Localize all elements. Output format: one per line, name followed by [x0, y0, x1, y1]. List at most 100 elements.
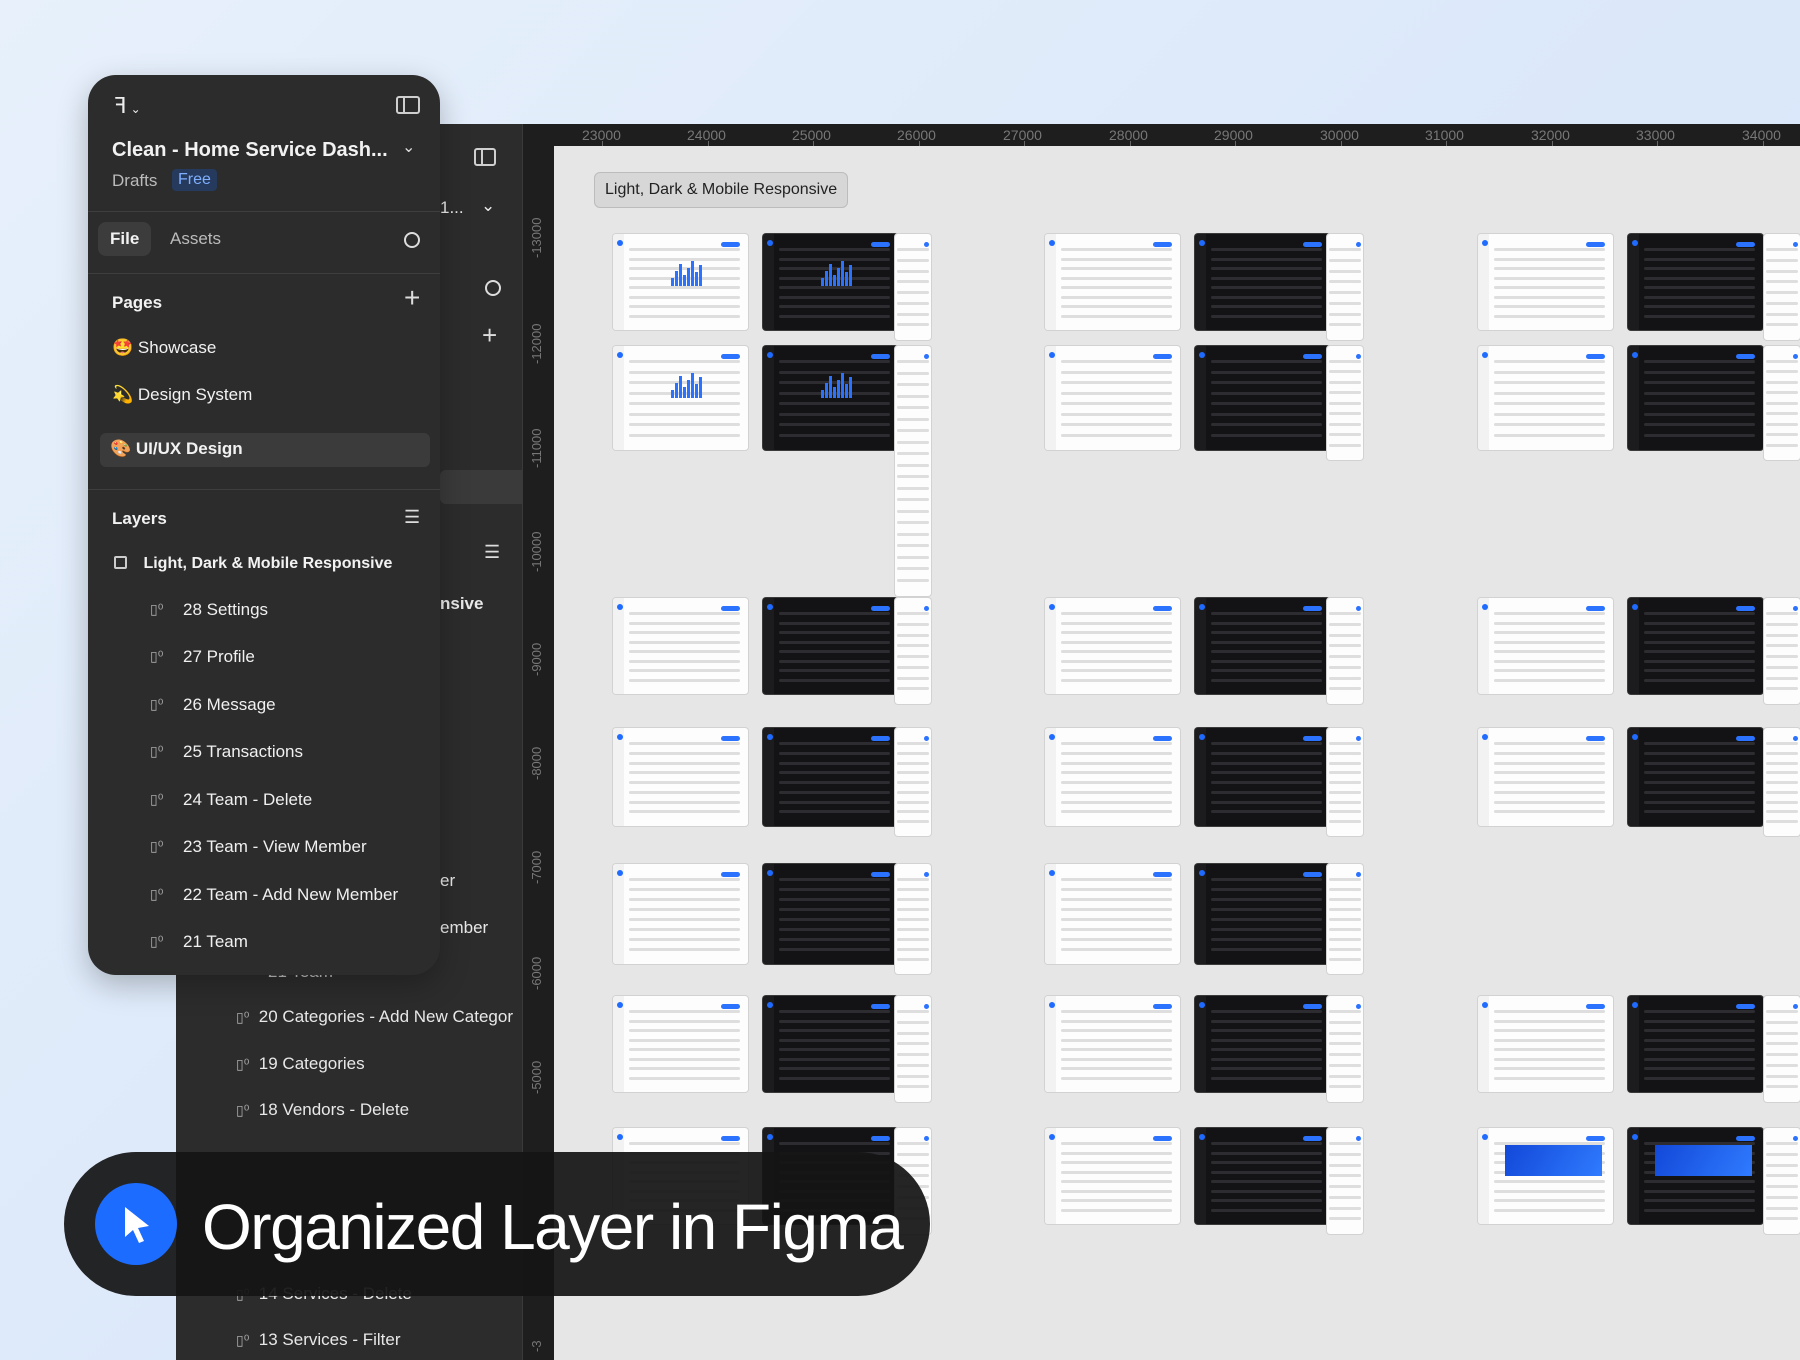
- layer-item[interactable]: ▯⁰ 22 Team - Add New Member: [88, 876, 440, 916]
- frame-thumbnail[interactable]: [1628, 1128, 1763, 1224]
- frame-thumbnail[interactable]: [1478, 1128, 1613, 1224]
- frame-thumbnail[interactable]: [1327, 728, 1363, 836]
- frame-thumbnail[interactable]: [1764, 598, 1800, 704]
- frame-thumbnail[interactable]: [1327, 996, 1363, 1102]
- chevron-down-icon[interactable]: ⌄: [481, 196, 495, 216]
- frame-thumbnail[interactable]: [1045, 996, 1180, 1092]
- frame-thumbnail[interactable]: [1327, 864, 1363, 974]
- frame-thumbnail[interactable]: [613, 864, 748, 964]
- frame-name-label[interactable]: Light, Dark & Mobile Responsive: [594, 172, 849, 208]
- frame-thumbnail[interactable]: [763, 346, 898, 450]
- frame-thumbnail[interactable]: [1764, 728, 1800, 836]
- plus-icon[interactable]: +: [482, 320, 497, 351]
- page-item-uiux-design[interactable]: 🎨 UI/UX Design: [100, 433, 430, 467]
- layer-label: 18 Vendors - Delete: [258, 1100, 410, 1119]
- layer-item[interactable]: ▯⁰ 26 Message: [88, 686, 440, 726]
- frame-icon: ▯⁰: [150, 743, 164, 759]
- frame-icon: [114, 556, 127, 569]
- frame-thumbnail[interactable]: [763, 864, 898, 964]
- layer-item[interactable]: ▯⁰ 24 Team - Delete: [88, 781, 440, 821]
- layer-label: 24 Team - Delete: [183, 790, 313, 809]
- figma-logo-icon[interactable]: ꟻ ⌄: [114, 93, 141, 119]
- frame-thumbnail[interactable]: [1195, 234, 1330, 330]
- frame-thumbnail[interactable]: [1478, 728, 1613, 826]
- frame-thumbnail[interactable]: [1195, 864, 1330, 964]
- page-item-showcase[interactable]: 🤩 Showcase: [112, 338, 216, 358]
- frame-thumbnail[interactable]: [1327, 1128, 1363, 1234]
- tab-file[interactable]: File: [98, 222, 152, 256]
- frame-thumbnail[interactable]: [1045, 598, 1180, 694]
- frame-thumbnail[interactable]: [1628, 996, 1763, 1092]
- layer-item[interactable]: ▯⁰ 28 Settings: [88, 591, 440, 631]
- page-emoji: 💫: [112, 385, 134, 404]
- frame-thumbnail[interactable]: [613, 598, 748, 694]
- frame-thumbnail[interactable]: [1327, 598, 1363, 704]
- frame-thumbnail[interactable]: [763, 598, 898, 694]
- layer-item[interactable]: ▯⁰ 23 Team - View Member: [88, 828, 440, 868]
- ruler-label: -8000: [529, 746, 544, 780]
- frame-thumbnail[interactable]: [1195, 598, 1330, 694]
- frame-thumbnail[interactable]: [613, 234, 748, 330]
- frame-thumbnail[interactable]: [1478, 598, 1613, 694]
- frame-thumbnail[interactable]: [895, 598, 931, 704]
- frame-thumbnail[interactable]: [1045, 346, 1180, 450]
- pages-heading: Pages: [112, 293, 163, 312]
- chevron-down-icon[interactable]: ⌄: [402, 137, 415, 157]
- layer-item[interactable]: ▯⁰ 27 Profile: [88, 638, 440, 678]
- frame-thumbnail[interactable]: [1327, 346, 1363, 460]
- search-icon[interactable]: [404, 232, 420, 248]
- file-title[interactable]: Clean - Home Service Dash...: [112, 139, 388, 162]
- frame-thumbnail[interactable]: [1628, 346, 1763, 450]
- frame-thumbnail[interactable]: [1195, 346, 1330, 450]
- frame-thumbnail[interactable]: [1764, 1128, 1800, 1234]
- ruler-label: -13000: [529, 217, 544, 258]
- frame-thumbnail[interactable]: [895, 864, 931, 974]
- frame-thumbnail[interactable]: [1195, 996, 1330, 1092]
- horizontal-ruler: 23000 24000 25000 26000 27000 28000 2900…: [554, 124, 1800, 146]
- frame-layer-item[interactable]: Light, Dark & Mobile Responsive: [114, 555, 392, 573]
- frame-thumbnail[interactable]: [763, 728, 898, 826]
- frame-thumbnail[interactable]: [763, 996, 898, 1092]
- frame-thumbnail[interactable]: [895, 234, 931, 340]
- frame-thumbnail[interactable]: [1478, 996, 1613, 1092]
- frame-thumbnail[interactable]: [613, 728, 748, 826]
- layer-item[interactable]: ▯⁰ 21 Team: [88, 923, 440, 963]
- frame-thumbnail[interactable]: [1045, 234, 1180, 330]
- page-item-design-system[interactable]: 💫 Design System: [112, 385, 252, 405]
- layer-item[interactable]: ▯⁰ 20 Categories - Add New Categor: [236, 1007, 513, 1027]
- frame-thumbnail[interactable]: [1478, 234, 1613, 330]
- frame-thumbnail[interactable]: [1045, 1128, 1180, 1224]
- frame-thumbnail[interactable]: [1628, 728, 1763, 826]
- add-page-plus-icon[interactable]: +: [404, 284, 420, 312]
- frame-thumbnail[interactable]: [1195, 1128, 1330, 1224]
- frame-thumbnail[interactable]: [1478, 346, 1613, 450]
- sidebar-toggle-icon[interactable]: [474, 148, 496, 166]
- frame-thumbnail[interactable]: [613, 996, 748, 1092]
- frame-thumbnail[interactable]: [1628, 234, 1763, 330]
- search-icon[interactable]: [485, 280, 501, 296]
- frame-thumbnail[interactable]: [1327, 234, 1363, 340]
- frame-thumbnail[interactable]: [1764, 996, 1800, 1102]
- tab-assets[interactable]: Assets: [170, 229, 221, 249]
- layer-item[interactable]: ▯⁰ 13 Services - Filter: [236, 1330, 400, 1350]
- frame-thumbnail[interactable]: [1764, 346, 1800, 460]
- layer-item[interactable]: ▯⁰ 25 Transactions: [88, 733, 440, 773]
- frame-thumbnail[interactable]: [613, 346, 748, 450]
- frame-thumbnail[interactable]: [895, 728, 931, 836]
- frame-thumbnail[interactable]: [895, 346, 931, 596]
- frame-thumbnail[interactable]: [763, 234, 898, 330]
- frame-thumbnail[interactable]: [1045, 864, 1180, 964]
- layer-item[interactable]: ▯⁰ 19 Categories: [236, 1054, 365, 1074]
- ruler-label: -9000: [529, 642, 544, 676]
- frame-thumbnail[interactable]: [895, 996, 931, 1102]
- collapse-icon[interactable]: ☰: [484, 542, 500, 563]
- frame-thumbnail[interactable]: [1628, 598, 1763, 694]
- sidebar-toggle-icon[interactable]: [396, 96, 420, 114]
- drafts-label[interactable]: Drafts: [112, 171, 157, 191]
- ruler-label: 28000: [1109, 127, 1148, 143]
- collapse-layers-icon[interactable]: ☰: [404, 507, 420, 528]
- frame-thumbnail[interactable]: [1195, 728, 1330, 826]
- layer-item[interactable]: ▯⁰ 18 Vendors - Delete: [236, 1100, 409, 1120]
- frame-thumbnail[interactable]: [1045, 728, 1180, 826]
- frame-thumbnail[interactable]: [1764, 234, 1800, 340]
